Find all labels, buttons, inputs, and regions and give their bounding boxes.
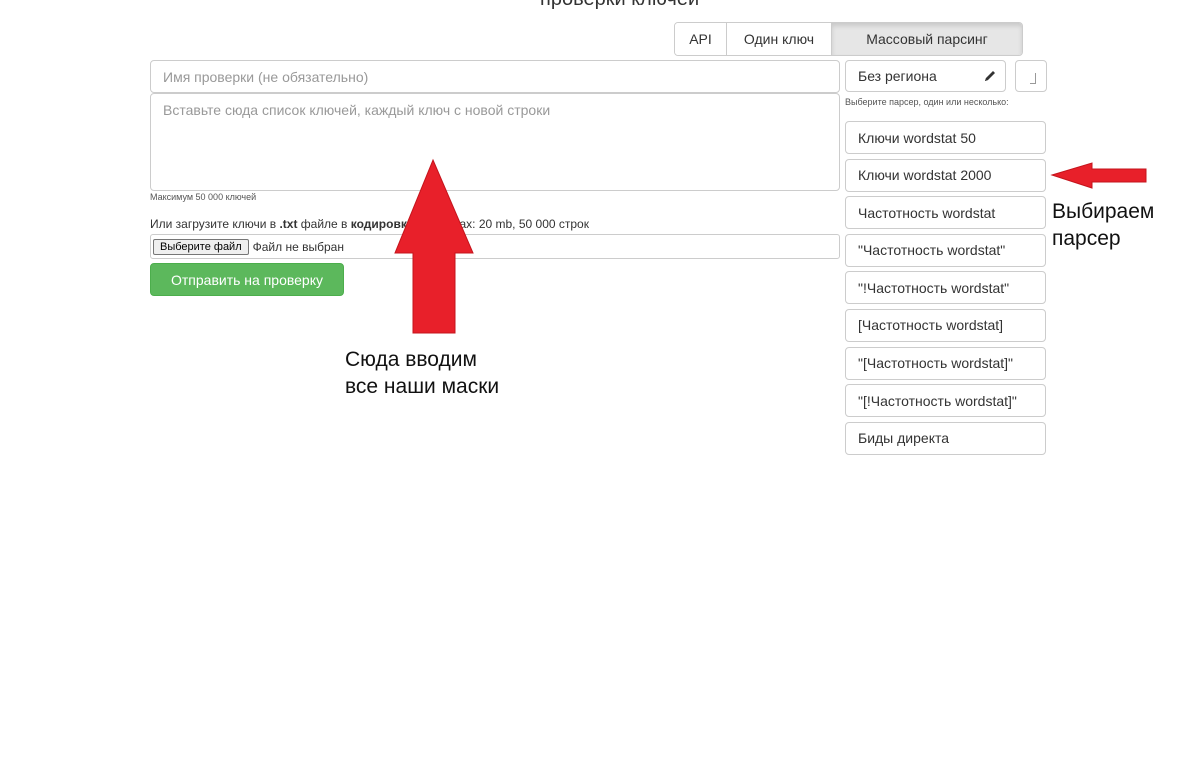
annotation-masks-line1: Сюда вводим — [345, 348, 477, 371]
annotation-parser-line1: Выбираем — [1052, 200, 1155, 223]
tab-single-key[interactable]: Один ключ — [727, 23, 832, 55]
page-title: проверки ключей — [540, 0, 699, 11]
up-arrow-annotation — [394, 158, 474, 334]
file-input: Выберите файл Файл не выбран — [150, 234, 840, 259]
checkmark-icon — [1030, 73, 1036, 84]
tab-api[interactable]: API — [675, 23, 727, 55]
keys-textarea[interactable]: Вставьте сюда список ключей, каждый ключ… — [150, 93, 840, 191]
annotation-masks: Сюда вводим все наши маски — [345, 346, 499, 400]
choose-file-button[interactable]: Выберите файл — [153, 238, 249, 255]
region-extra-button[interactable] — [1015, 60, 1047, 92]
mode-tabs: API Один ключ Массовый парсинг — [674, 22, 1023, 56]
upload-instructions: Или загрузите ключи в .txt файле в кодир… — [150, 217, 589, 231]
parser-wordstat-2000[interactable]: Ключи wordstat 2000 — [845, 158, 1046, 192]
parser-frequency-quoted-brackets[interactable]: "[Частотность wordstat]" — [845, 346, 1046, 380]
max-keys-note: Максимум 50 000 ключей — [150, 192, 257, 202]
check-name-placeholder: Имя проверки (не обязательно) — [163, 68, 369, 85]
page: проверки ключей API Один ключ Массовый п… — [0, 0, 1200, 759]
submit-button[interactable]: Отправить на проверку — [150, 263, 344, 296]
parser-frequency-exclam[interactable]: "!Частотность wordstat" — [845, 271, 1046, 305]
tab-bulk-parsing[interactable]: Массовый парсинг — [832, 23, 1022, 55]
keys-placeholder: Вставьте сюда список ключей, каждый ключ… — [163, 102, 551, 118]
annotation-parser-line2: парсер — [1052, 227, 1121, 250]
left-arrow-annotation — [1050, 162, 1147, 189]
file-status: Файл не выбран — [252, 239, 344, 254]
check-name-input[interactable]: Имя проверки (не обязательно) — [150, 60, 840, 93]
annotation-masks-line2: все наши маски — [345, 375, 500, 398]
parser-frequency-brackets[interactable]: [Частотность wordstat] — [845, 308, 1046, 342]
upload-prefix: Или загрузите ключи в — [150, 217, 280, 231]
pencil-icon — [985, 71, 995, 81]
parser-frequency-quoted[interactable]: "Частотность wordstat" — [845, 233, 1046, 267]
upload-ext: .txt — [279, 217, 298, 231]
upload-middle: файле в — [297, 217, 351, 231]
region-select[interactable]: Без региона — [845, 60, 1006, 92]
parser-list: Ключи wordstat 50 Ключи wordstat 2000 Ча… — [845, 121, 1046, 459]
parser-frequency-exclam-brackets[interactable]: "[!Частотность wordstat]" — [845, 384, 1046, 418]
parser-wordstat-50[interactable]: Ключи wordstat 50 — [845, 121, 1046, 154]
annotation-parser: Выбираем парсер — [1052, 198, 1154, 252]
parser-hint: Выберите парсер, один или несколько: — [845, 97, 1009, 107]
parser-frequency[interactable]: Частотность wordstat — [845, 196, 1046, 230]
region-value: Без региона — [858, 68, 937, 84]
parser-direct-bids[interactable]: Биды директа — [845, 421, 1046, 455]
